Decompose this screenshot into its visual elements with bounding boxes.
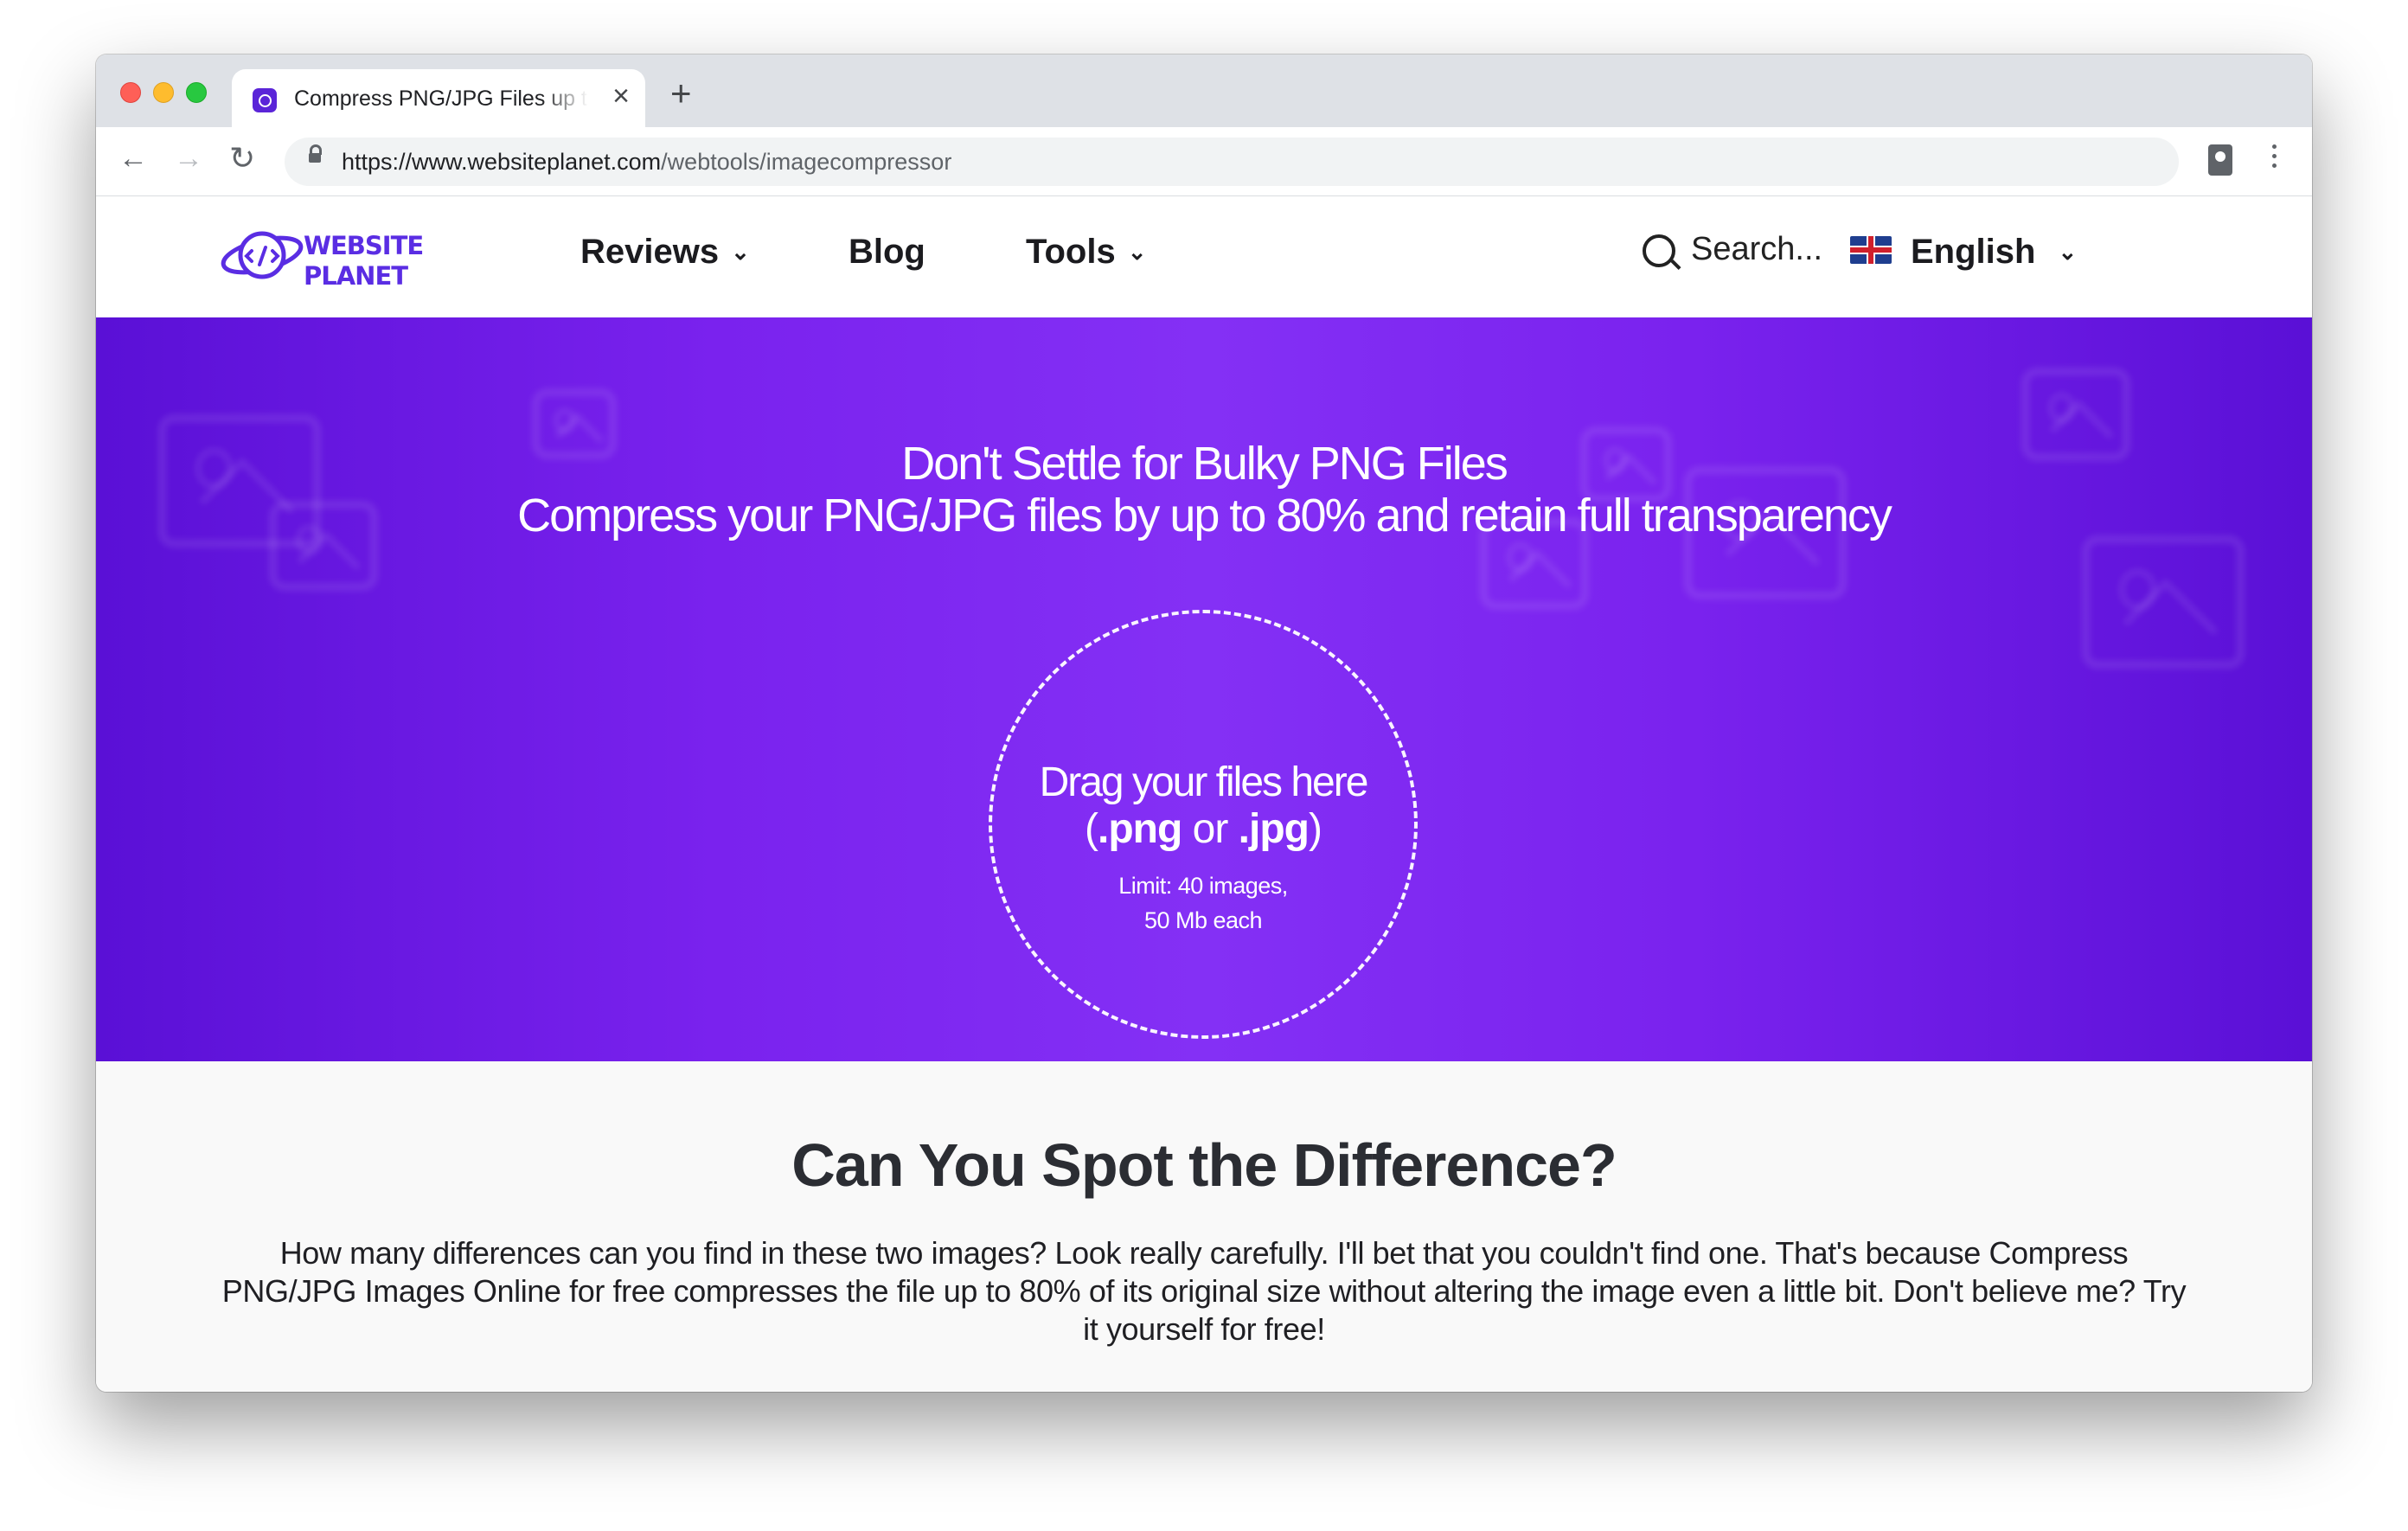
nav-blog[interactable]: Blog: [849, 233, 925, 272]
hero-title: Don't Settle for Bulky PNG Files: [901, 438, 1508, 490]
forward-arrow-icon[interactable]: →: [174, 141, 203, 176]
section-heading: Can You Spot the Difference?: [791, 1131, 1617, 1199]
site-logo[interactable]: WEBSITE PLANET: [217, 215, 459, 295]
type-or: or: [1192, 806, 1229, 852]
type-jpg: .jpg: [1238, 806, 1310, 852]
logo-line-1: WEBSITE: [304, 231, 424, 260]
tab-strip: Compress PNG/JPG Files up to 80% Online …: [96, 54, 2312, 127]
chevron-down-icon: ⌄: [731, 239, 750, 265]
uk-flag-icon: [1850, 236, 1892, 264]
search-icon: [1643, 234, 1675, 267]
tab-close-icon[interactable]: ×: [612, 81, 630, 111]
language-selector[interactable]: English ⌄: [1850, 233, 2078, 272]
nav-tools[interactable]: Tools ⌄: [1026, 233, 1147, 272]
nav-blog-label: Blog: [849, 233, 925, 271]
logo-wordmark: WEBSITE PLANET: [304, 231, 424, 291]
close-window-button[interactable]: [120, 82, 141, 103]
section-body: How many differences can you find in the…: [221, 1235, 2187, 1347]
browser-window: Compress PNG/JPG Files up to 80% Online …: [96, 54, 2312, 1392]
url-path: /webtools/imagecompressor: [661, 149, 952, 175]
nav-reviews[interactable]: Reviews ⌄: [580, 233, 750, 272]
dropzone-limit-size: 50 Mb each: [1143, 907, 1263, 933]
tab-title: Compress PNG/JPG Files up to 80% Online …: [294, 86, 588, 111]
dropzone-limit-count: Limit: 40 images,: [1118, 873, 1288, 899]
reload-icon[interactable]: ↻: [229, 141, 255, 176]
site-header: WEBSITE PLANET Reviews ⌄ Blog Tools ⌄ Sear…: [96, 196, 2312, 317]
paren-close: ): [1308, 806, 1322, 852]
nav-reviews-label: Reviews: [580, 233, 720, 271]
file-dropzone[interactable]: Drag your files here (.png or .jpg) Limi…: [989, 610, 1418, 1039]
background-image-icon: [2082, 535, 2245, 669]
logo-line-2: PLANET: [304, 261, 408, 291]
chevron-down-icon: ⌄: [2058, 239, 2078, 265]
new-tab-button[interactable]: +: [670, 75, 692, 112]
browser-tab-active[interactable]: Compress PNG/JPG Files up to 80% Online …: [232, 69, 645, 127]
browser-toolbar: ← → ↻ https://www.websiteplanet.com/webt…: [96, 127, 2312, 197]
dropzone-file-types: (.png or .jpg): [992, 805, 1414, 853]
search-placeholder: Search...: [1691, 231, 1823, 267]
minimize-window-button[interactable]: [153, 82, 174, 103]
profile-badge-icon[interactable]: [2208, 144, 2232, 176]
back-arrow-icon[interactable]: ←: [118, 141, 148, 176]
hero-section: Don't Settle for Bulky PNG Files Compres…: [96, 317, 2312, 1061]
paren-open: (: [1085, 806, 1098, 852]
type-png: .png: [1098, 806, 1182, 852]
hero-subtitle: Compress your PNG/JPG files by up to 80%…: [517, 490, 1892, 541]
search-field[interactable]: Search...: [1643, 231, 1823, 268]
favicon-icon: [253, 88, 277, 112]
dropzone-label: Drag your files here: [1039, 759, 1369, 805]
planet-logo-icon: [221, 231, 304, 279]
address-bar[interactable]: https://www.websiteplanet.com/webtools/i…: [285, 138, 2179, 186]
more-menu-icon[interactable]: [2272, 144, 2277, 174]
nav-tools-label: Tools: [1026, 233, 1116, 271]
url-text: https://www.websiteplanet.com/webtools/i…: [342, 149, 951, 176]
difference-section: Can You Spot the Difference? How many di…: [96, 1061, 2312, 1392]
language-label: English: [1911, 233, 2036, 271]
lock-icon: [309, 144, 322, 163]
chevron-down-icon: ⌄: [1127, 239, 1147, 265]
url-host: https://www.websiteplanet.com: [342, 149, 662, 175]
maximize-window-button[interactable]: [186, 82, 207, 103]
